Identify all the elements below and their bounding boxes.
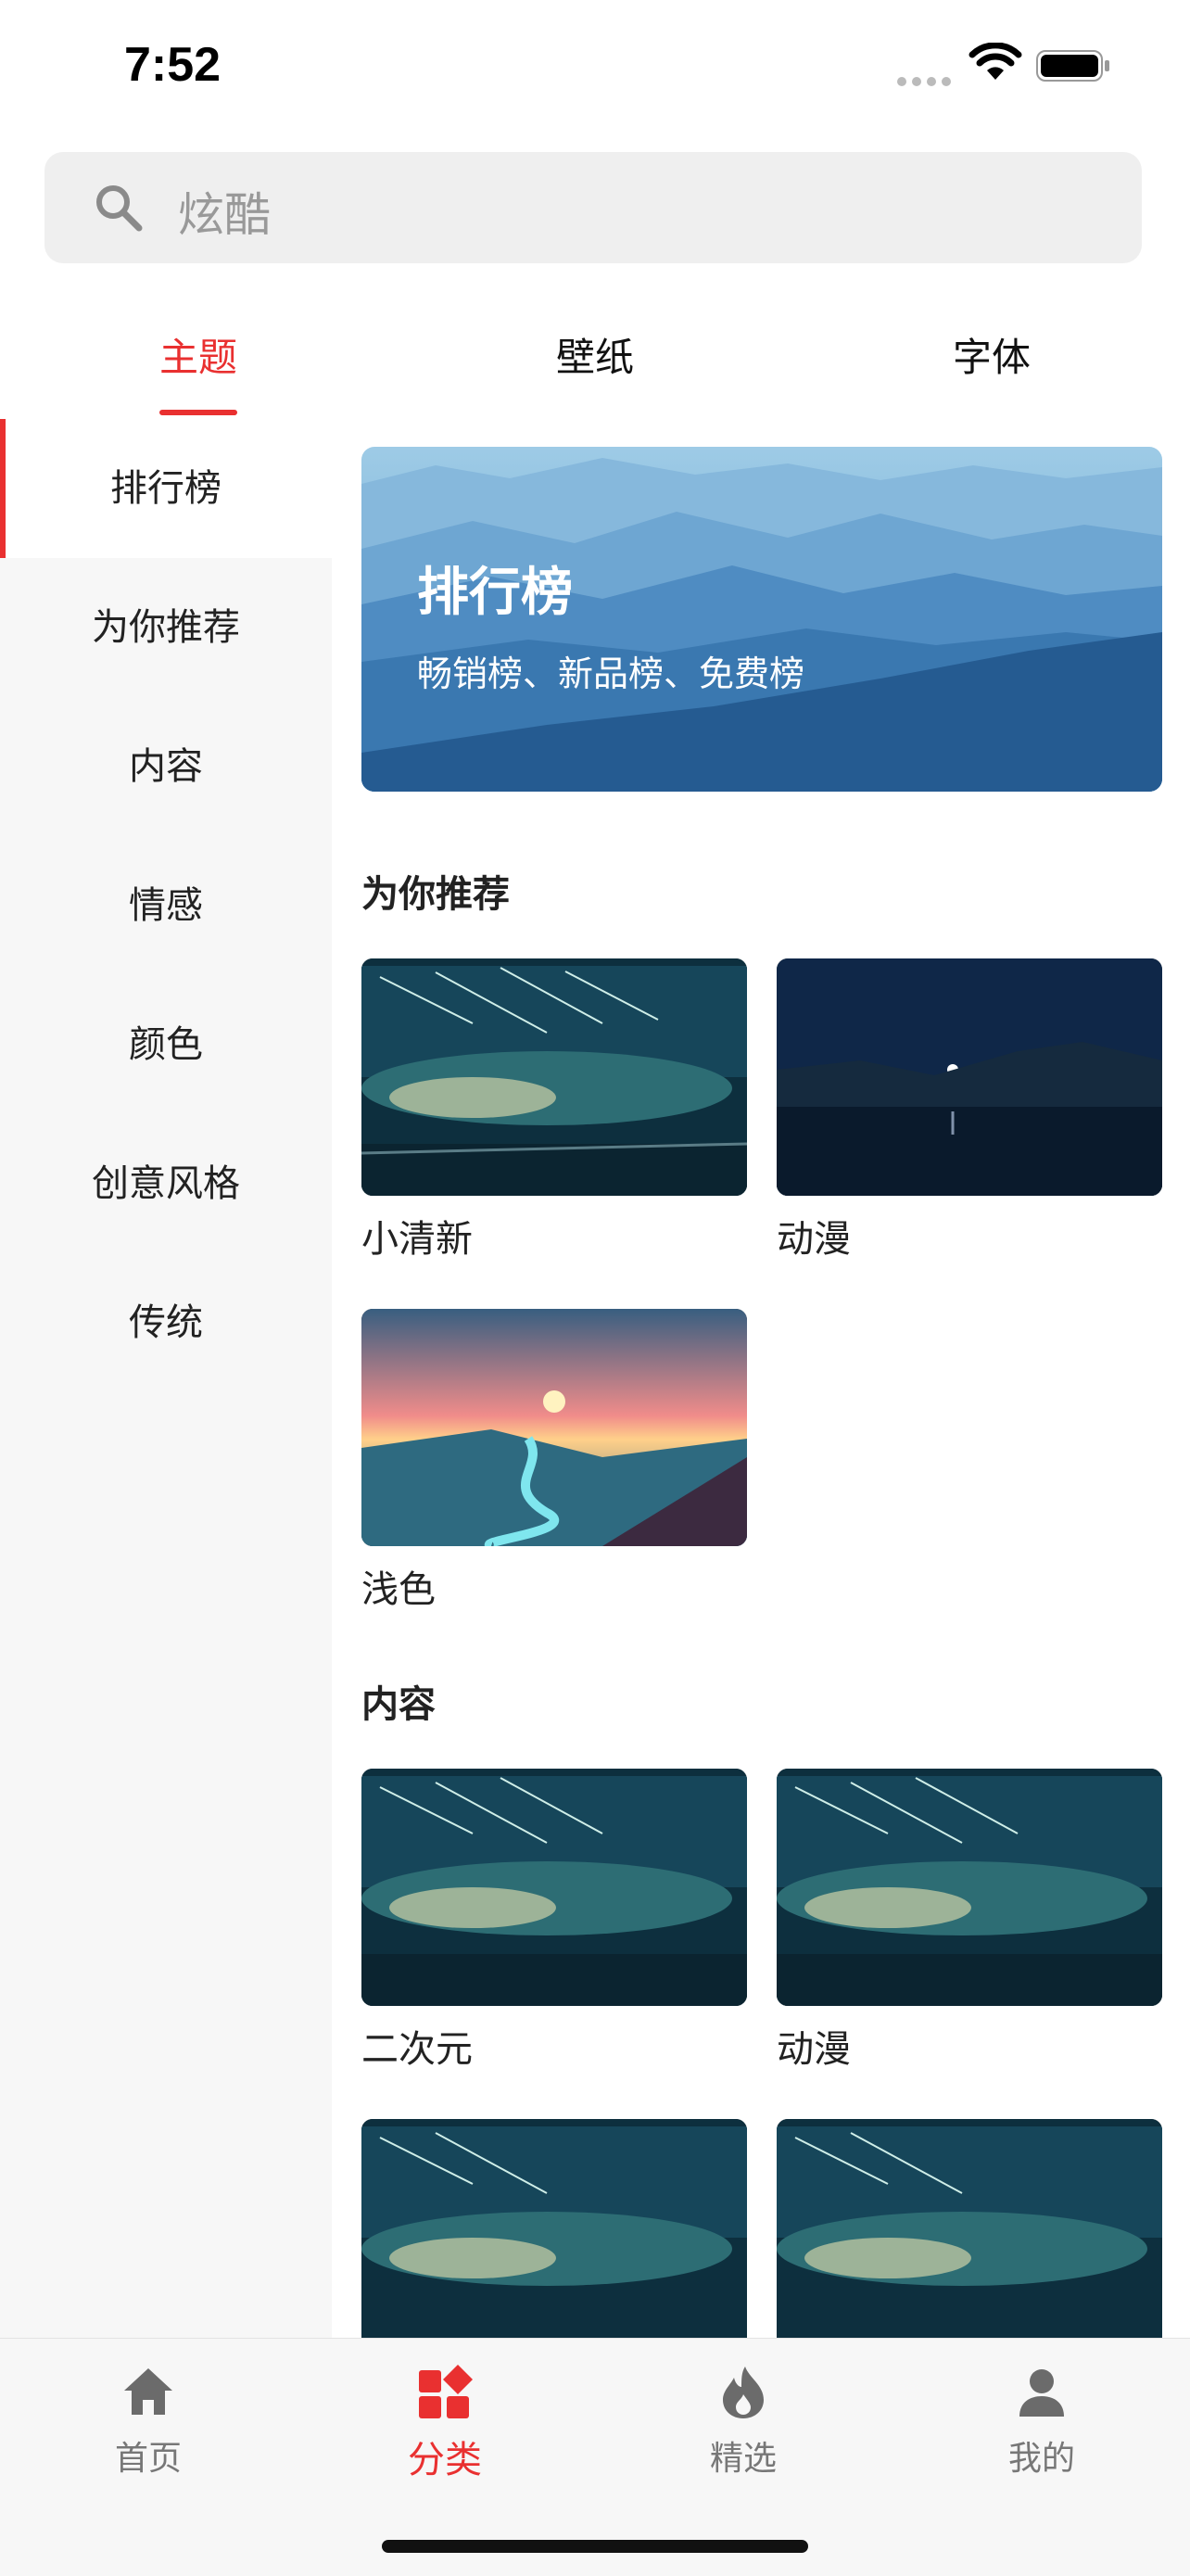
sunset-river-image — [361, 1309, 747, 1546]
ranking-banner[interactable]: 排行榜 畅销榜、新品榜、免费榜 — [361, 447, 1162, 792]
category-sidebar: 排行榜 为你推荐 内容 情感 颜色 创意风格 传统 — [0, 419, 332, 2338]
sidebar-item-recommend[interactable]: 为你推荐 — [0, 558, 332, 697]
nav-featured[interactable]: 精选 — [651, 2363, 836, 2480]
thumb-card[interactable] — [777, 1769, 1162, 2006]
sidebar-item-emotion[interactable]: 情感 — [0, 836, 332, 975]
thumb-card[interactable] — [361, 1769, 747, 2006]
meteor-sky-image — [361, 958, 747, 1196]
cellular-signal-icon — [897, 72, 956, 90]
active-tab-indicator — [159, 410, 237, 415]
section-title-recommend: 为你推荐 — [361, 873, 510, 916]
meteor-sky-image — [777, 1769, 1162, 2006]
section-title-content: 内容 — [361, 1683, 436, 1726]
thumb-label: 动漫 — [777, 2028, 851, 2071]
nav-profile[interactable]: 我的 — [949, 2363, 1134, 2480]
tab-font[interactable]: 字体 — [953, 326, 1031, 383]
home-indicator — [382, 2540, 808, 2553]
category-content: 排行榜 畅销榜、新品榜、免费榜 为你推荐 小清新 动漫 浅色 内容 二次元 动漫 — [361, 419, 1162, 2338]
meteor-sky-image — [777, 2119, 1162, 2338]
nav-home[interactable]: 首页 — [56, 2363, 241, 2480]
category-icon — [419, 2365, 473, 2418]
battery-icon — [1036, 50, 1109, 82]
banner-subtitle: 畅销榜、新品榜、免费榜 — [417, 654, 805, 694]
flame-icon — [723, 2367, 764, 2418]
thumb-label: 二次元 — [361, 2028, 473, 2071]
wifi-icon — [968, 43, 1022, 80]
nav-profile-label: 我的 — [1007, 2440, 1075, 2478]
thumb-card[interactable] — [777, 958, 1162, 1196]
top-tabs: 主题 壁纸 字体 — [0, 297, 1190, 417]
sidebar-item-creative-style[interactable]: 创意风格 — [0, 1114, 332, 1253]
thumb-label: 小清新 — [361, 1218, 473, 1261]
status-time: 7:52 — [124, 38, 222, 92]
search-input[interactable]: 炫酷 — [178, 178, 271, 245]
status-bar: 7:52 — [0, 0, 1190, 139]
meteor-sky-image — [361, 2119, 747, 2338]
banner-title: 排行榜 — [417, 563, 573, 623]
thumb-card[interactable] — [361, 958, 747, 1196]
nav-featured-label: 精选 — [709, 2440, 777, 2478]
thumb-card[interactable] — [361, 2119, 747, 2338]
nav-category-label: 分类 — [408, 2439, 482, 2481]
search-icon — [96, 185, 143, 232]
sidebar-item-traditional[interactable]: 传统 — [0, 1253, 332, 1392]
nav-category[interactable]: 分类 — [352, 2363, 538, 2483]
sidebar-item-ranking[interactable]: 排行榜 — [0, 419, 332, 558]
thumb-label: 动漫 — [777, 1218, 851, 1261]
user-icon — [1019, 2369, 1064, 2417]
tab-wallpaper[interactable]: 壁纸 — [556, 326, 634, 383]
home-icon — [124, 2368, 172, 2415]
thumb-card[interactable] — [361, 1309, 747, 1546]
sidebar-item-color[interactable]: 颜色 — [0, 975, 332, 1114]
meteor-sky-image — [361, 1769, 747, 2006]
search-bar[interactable]: 炫酷 — [44, 152, 1142, 263]
thumb-card[interactable] — [777, 2119, 1162, 2338]
thumb-label: 浅色 — [361, 1568, 436, 1611]
nav-home-label: 首页 — [114, 2440, 182, 2478]
night-lake-image — [777, 958, 1162, 1196]
tab-theme[interactable]: 主题 — [159, 326, 237, 383]
sidebar-item-content[interactable]: 内容 — [0, 697, 332, 836]
